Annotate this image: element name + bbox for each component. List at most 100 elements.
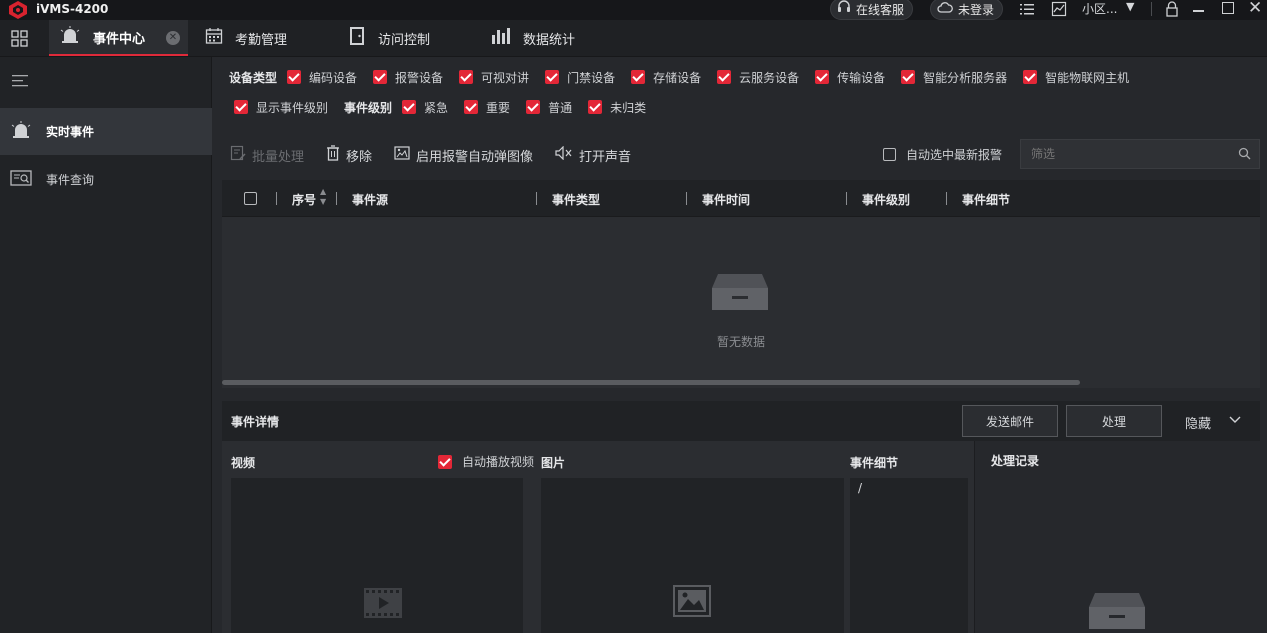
filter-label: 云服务设备 <box>739 70 800 85</box>
checkbox-checked[interactable] <box>631 70 646 84</box>
alarm-light-icon <box>10 121 32 142</box>
checkbox-checked[interactable] <box>588 100 603 114</box>
filter-storage-device[interactable]: 存储设备 <box>631 69 701 86</box>
checkbox-checked[interactable] <box>901 70 916 84</box>
login-button[interactable]: 未登录 <box>930 0 1004 20</box>
search-icon[interactable] <box>1238 147 1251 163</box>
online-service-button[interactable]: 在线客服 <box>830 0 914 20</box>
checkbox-checked[interactable] <box>1023 70 1038 84</box>
lock-icon[interactable] <box>1165 1 1179 21</box>
filter-label: 传输设备 <box>837 70 886 85</box>
checkbox-checked[interactable] <box>438 454 452 469</box>
chevron-down-icon[interactable]: ▼ <box>1126 0 1134 13</box>
tab-attendance[interactable]: 考勤管理 <box>205 20 287 56</box>
filter-transmission-device[interactable]: 传输设备 <box>815 69 885 86</box>
community-selector[interactable]: 小区... <box>1082 0 1117 17</box>
auto-select-latest-alarm[interactable]: 自动选中最新报警 <box>883 146 1002 163</box>
checkbox-checked[interactable] <box>373 70 388 84</box>
column-divider <box>336 192 337 205</box>
filter-search-box[interactable] <box>1020 139 1260 169</box>
column-header-type[interactable]: 事件类型 <box>552 191 600 208</box>
grid-apps-icon[interactable] <box>11 30 28 50</box>
tab-label: 访问控制 <box>378 32 431 48</box>
chevron-down-icon[interactable] <box>1228 412 1242 429</box>
close-icon[interactable]: ✕ <box>1248 0 1262 18</box>
checkbox-checked[interactable] <box>402 100 417 114</box>
button-label: 批量处理 <box>252 149 305 165</box>
filter-input[interactable] <box>1031 147 1231 161</box>
divider <box>1151 2 1152 16</box>
filter-level-unclassified[interactable]: 未归类 <box>588 99 646 116</box>
device-type-filter-row: 设备类型 编码设备 报警设备 可视对讲 门禁设备 存储设备 云服务设备 传输设备… <box>229 67 1145 87</box>
filter-access-device[interactable]: 门禁设备 <box>545 69 615 86</box>
filter-analysis-server[interactable]: 智能分析服务器 <box>901 69 1007 86</box>
batch-process-button[interactable]: 批量处理 <box>230 145 304 165</box>
tab-statistics[interactable]: 数据统计 <box>491 20 575 56</box>
collapse-menu-icon[interactable] <box>12 75 28 90</box>
sort-icon[interactable]: ▲ ▼ <box>320 187 326 207</box>
checkbox-checked[interactable] <box>717 70 732 84</box>
enable-sound-button[interactable]: 打开声音 <box>555 145 631 165</box>
checkbox-checked[interactable] <box>815 70 830 84</box>
close-tab-icon[interactable]: ✕ <box>166 31 180 45</box>
checkbox-unchecked[interactable] <box>883 148 896 161</box>
filter-cloud-device[interactable]: 云服务设备 <box>717 69 799 86</box>
sidebar-item-label: 实时事件 <box>46 125 95 139</box>
picture-pane[interactable] <box>541 478 844 633</box>
column-header-detail[interactable]: 事件细节 <box>962 191 1010 208</box>
checkbox-checked[interactable] <box>459 70 474 84</box>
filter-encoding-device[interactable]: 编码设备 <box>287 69 357 86</box>
autoplay-video-toggle[interactable]: 自动播放视频 <box>438 453 534 470</box>
event-table: 序号 ▲ ▼ 事件源 事件类型 事件时间 事件级别 事件细节 暂无数据 <box>222 180 1260 388</box>
tab-access-control[interactable]: 访问控制 <box>348 20 430 56</box>
trash-icon <box>326 145 340 165</box>
minimize-icon[interactable] <box>1193 10 1204 12</box>
video-section-label: 视频 <box>231 456 256 470</box>
column-divider <box>276 192 277 205</box>
tab-event-center[interactable]: 事件中心 ✕ <box>49 20 188 56</box>
filter-video-intercom[interactable]: 可视对讲 <box>459 69 529 86</box>
filter-label: 紧急 <box>424 100 449 115</box>
handle-button[interactable]: 处理 <box>1066 405 1162 437</box>
checkbox-checked[interactable] <box>526 100 541 114</box>
filter-label: 门禁设备 <box>567 70 616 85</box>
column-header-level[interactable]: 事件级别 <box>862 191 910 208</box>
image-popup-icon <box>394 146 410 164</box>
sidebar-item-realtime-event[interactable]: 实时事件 <box>0 108 212 155</box>
filter-level-normal[interactable]: 普通 <box>526 99 572 116</box>
column-divider <box>686 192 687 205</box>
filter-level-important[interactable]: 重要 <box>464 99 510 116</box>
send-email-button[interactable]: 发送邮件 <box>962 405 1058 437</box>
event-detail-header: 事件详情 发送邮件 处理 隐藏 <box>222 401 1260 441</box>
column-divider <box>536 192 537 205</box>
title-bar: iVMS-4200 在线客服 未登录 小区... ▼ ✕ <box>0 0 1267 20</box>
filter-alarm-device[interactable]: 报警设备 <box>373 69 443 86</box>
sidebar-item-event-query[interactable]: 事件查询 <box>0 156 212 203</box>
select-all-checkbox[interactable] <box>244 192 257 205</box>
horizontal-scrollbar[interactable] <box>222 380 1080 385</box>
remove-button[interactable]: 移除 <box>326 145 372 165</box>
column-header-index[interactable]: 序号 <box>292 191 316 208</box>
filter-level-urgent[interactable]: 紧急 <box>402 99 448 116</box>
filter-iot-host[interactable]: 智能物联网主机 <box>1023 69 1129 86</box>
alarm-light-icon <box>59 26 81 48</box>
app-logo-icon <box>9 1 27 19</box>
checkbox-checked[interactable] <box>545 70 560 84</box>
alarm-popup-image-button[interactable]: 启用报警自动弹图像 <box>394 146 533 165</box>
device-type-label: 设备类型 <box>229 70 278 85</box>
list-menu-icon[interactable] <box>1019 1 1035 21</box>
button-label: 启用报警自动弹图像 <box>416 149 534 165</box>
hide-detail-button[interactable]: 隐藏 <box>1185 413 1211 432</box>
event-detail-section-label: 事件细节 <box>850 456 899 470</box>
checkbox-checked[interactable] <box>234 100 248 114</box>
column-header-source[interactable]: 事件源 <box>352 191 388 208</box>
checkbox-checked[interactable] <box>464 100 479 114</box>
show-event-level-toggle[interactable]: 显示事件级别 <box>234 99 328 116</box>
filter-label: 智能分析服务器 <box>923 70 1008 85</box>
column-header-time[interactable]: 事件时间 <box>702 191 750 208</box>
process-record-label: 处理记录 <box>991 454 1040 468</box>
video-pane[interactable] <box>231 478 523 633</box>
monitor-chart-icon[interactable] <box>1051 1 1067 21</box>
checkbox-checked[interactable] <box>287 70 302 84</box>
maximize-icon[interactable] <box>1222 2 1234 14</box>
